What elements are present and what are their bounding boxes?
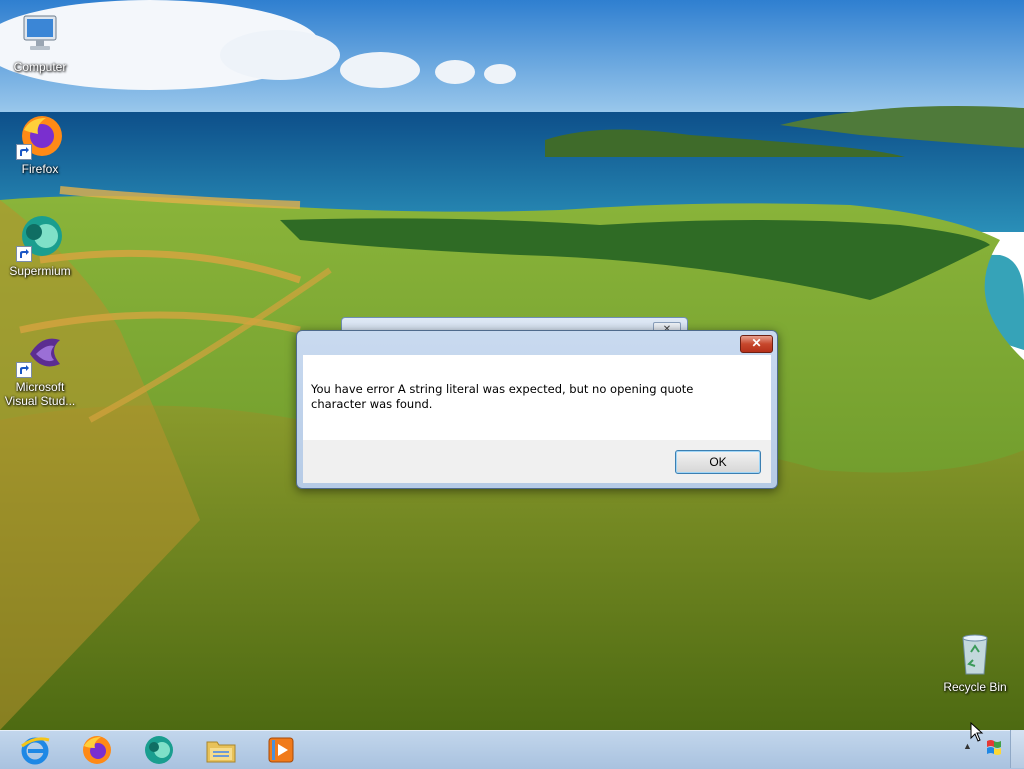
visual-studio-icon [16, 330, 64, 378]
error-message: You have error A string literal was expe… [311, 382, 694, 411]
show-desktop-button[interactable] [1010, 730, 1024, 768]
firefox-icon [16, 112, 64, 160]
error-dialog: ✕ You have error A string literal was ex… [296, 330, 778, 489]
ok-button[interactable]: OK [675, 450, 761, 474]
dialog-titlebar[interactable]: ✕ [297, 331, 777, 355]
dialog-close-button[interactable]: ✕ [740, 335, 773, 353]
desktop-icon-label: Recycle Bin [943, 680, 1007, 694]
desktop-icon-computer[interactable]: Computer [0, 10, 80, 74]
supermium-icon[interactable] [143, 734, 175, 766]
shortcut-arrow-icon [16, 362, 32, 378]
desktop-icon-label: Supermium [9, 264, 71, 278]
desktop-icon-recycle-bin[interactable]: Recycle Bin [935, 630, 1015, 694]
action-center-flag-icon[interactable] [984, 738, 1004, 758]
mouse-cursor-icon [970, 722, 984, 742]
desktop-icon-supermium[interactable]: Supermium [0, 214, 80, 278]
desktop-icon-label: Firefox [21, 162, 59, 176]
file-explorer-icon[interactable] [205, 734, 237, 766]
media-player-icon[interactable] [266, 734, 298, 766]
taskbar [0, 730, 1024, 769]
desktop-icon-label: Microsoft Visual Stud... [4, 380, 76, 408]
computer-icon [16, 10, 64, 58]
show-hidden-icons-button[interactable]: ▲ [963, 741, 972, 751]
supermium-icon [16, 214, 64, 262]
desktop-icon-visual-studio[interactable]: Microsoft Visual Stud... [0, 330, 80, 408]
internet-explorer-icon[interactable] [19, 734, 51, 766]
dialog-content: You have error A string literal was expe… [303, 355, 771, 440]
firefox-icon[interactable] [81, 734, 113, 766]
shortcut-arrow-icon [16, 246, 32, 262]
shortcut-arrow-icon [16, 144, 32, 160]
dialog-footer: OK [303, 440, 771, 483]
desktop-icon-label: Computer [13, 60, 67, 74]
desktop-icon-firefox[interactable]: Firefox [0, 112, 80, 176]
recycle-bin-icon [951, 630, 999, 678]
